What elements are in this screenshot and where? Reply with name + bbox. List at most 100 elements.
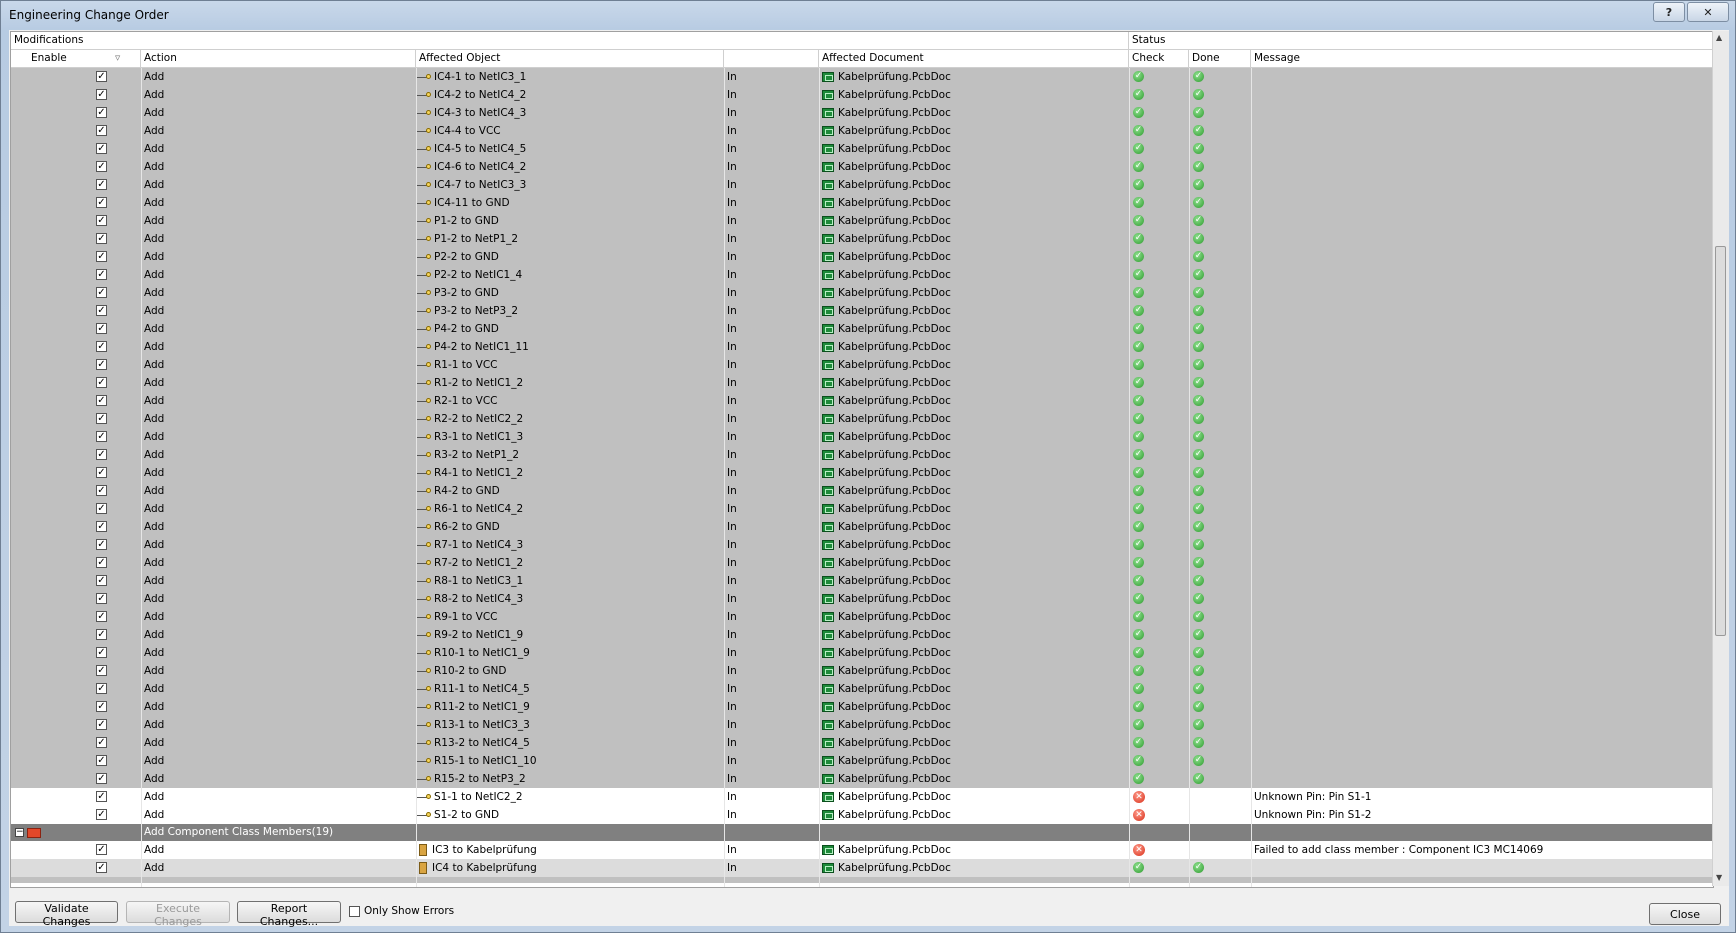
enable-checkbox[interactable]: ✓ (96, 611, 107, 622)
table-row[interactable]: ✓ Add P1-2 to GND In Kabelprüfung.PcbDoc ✓ ✓ (11, 212, 1713, 230)
enable-checkbox[interactable]: ✓ (96, 844, 107, 855)
table-row[interactable]: ✓ Add R15-1 to NetIC1_10 In Kabelprüfung.Pcb… (11, 752, 1713, 770)
table-row[interactable]: ✓ Add IC4-4 to VCC In Kabelprüfung.PcbDoc ✓ ✓ (11, 122, 1713, 140)
filter-icon[interactable]: ▿ (115, 50, 120, 67)
table-row[interactable]: ✓ Add P2-2 to GND In Kabelprüfung.PcbDoc ✓ ✓ (11, 248, 1713, 266)
enable-checkbox[interactable]: ✓ (96, 629, 107, 640)
enable-checkbox[interactable]: ✓ (96, 521, 107, 532)
enable-checkbox[interactable]: ✓ (96, 773, 107, 784)
scroll-thumb[interactable] (1715, 246, 1726, 636)
table-row[interactable]: ✓ Add R11-1 to NetIC4_5 In Kabelprüfung.PcbD… (11, 680, 1713, 698)
enable-checkbox[interactable]: ✓ (96, 71, 107, 82)
header-direction[interactable] (724, 50, 819, 67)
enable-checkbox[interactable]: ✓ (96, 683, 107, 694)
table-row[interactable]: ✓ Add P3-2 to GND In Kabelprüfung.PcbDoc ✓ ✓ (11, 284, 1713, 302)
validate-changes-button[interactable]: Validate Changes (15, 901, 118, 928)
table-row[interactable]: ✓ Add P2-2 to NetIC1_4 In Kabelprüfung.PcbDo… (11, 266, 1713, 284)
enable-checkbox[interactable]: ✓ (96, 809, 107, 820)
enable-checkbox[interactable]: ✓ (96, 755, 107, 766)
table-row[interactable]: ✓ Add IC4-5 to NetIC4_5 In Kabelprüfung.PcbD… (11, 140, 1713, 158)
header-action[interactable]: Action (141, 50, 416, 67)
enable-checkbox[interactable]: ✓ (96, 737, 107, 748)
scroll-down-icon[interactable]: ▼ (1716, 873, 1722, 882)
enable-checkbox[interactable]: ✓ (96, 791, 107, 802)
table-row[interactable]: ✓ Add P4-2 to NetIC1_11 In Kabelprüfung.PcbD… (11, 338, 1713, 356)
enable-checkbox[interactable]: ✓ (96, 862, 107, 873)
table-row[interactable]: ✓ Add IC4-1 to NetIC3_1 In Kabelprüfung.PcbD… (11, 68, 1713, 86)
table-row[interactable]: ✓ Add R8-2 to NetIC4_3 In Kabelprüfung.PcbDo… (11, 590, 1713, 608)
vertical-scrollbar[interactable]: ▲ ▼ (1712, 31, 1729, 886)
enable-checkbox[interactable]: ✓ (96, 575, 107, 586)
table-row[interactable]: ✓ Add R6-2 to GND In Kabelprüfung.PcbDoc ✓ ✓ (11, 518, 1713, 536)
enable-checkbox[interactable]: ✓ (96, 413, 107, 424)
help-button[interactable]: ? (1653, 2, 1685, 22)
enable-checkbox[interactable]: ✓ (96, 251, 107, 262)
enable-checkbox[interactable]: ✓ (96, 269, 107, 280)
table-row[interactable]: ✓ Add IC4-7 to NetIC3_3 In Kabelprüfung.PcbD… (11, 176, 1713, 194)
table-row[interactable]: ✓ Add S1-2 to GND In Kabelprüfung.PcbDoc ✕ Unk… (11, 806, 1713, 824)
table-row[interactable]: ✓ Add P4-2 to GND In Kabelprüfung.PcbDoc ✓ ✓ (11, 320, 1713, 338)
enable-checkbox[interactable]: ✓ (96, 539, 107, 550)
table-row[interactable]: ✓ Add R13-2 to NetIC4_5 In Kabelprüfung.PcbD… (11, 734, 1713, 752)
enable-checkbox[interactable]: ✓ (96, 449, 107, 460)
table-row[interactable]: ✓ Add IC4-3 to NetIC4_3 In Kabelprüfung.PcbD… (11, 104, 1713, 122)
enable-checkbox[interactable]: ✓ (96, 665, 107, 676)
report-changes-button[interactable]: Report Changes... (237, 901, 341, 928)
table-row[interactable]: ✓ Add R9-2 to NetIC1_9 In Kabelprüfung.PcbDo… (11, 626, 1713, 644)
header-message[interactable]: Message (1251, 50, 1713, 67)
table-row[interactable]: ✓ Add IC4-11 to GND In Kabelprüfung.PcbDoc ✓ ✓ (11, 194, 1713, 212)
header-affected-document[interactable]: Affected Document (819, 50, 1129, 67)
enable-checkbox[interactable]: ✓ (96, 647, 107, 658)
enable-checkbox[interactable]: ✓ (96, 107, 107, 118)
table-row[interactable]: ✓ Add R15-2 to NetP3_2 In Kabelprüfung.PcbDo… (11, 770, 1713, 788)
enable-checkbox[interactable]: ✓ (96, 179, 107, 190)
window-close-button[interactable]: ✕ (1687, 2, 1729, 22)
enable-checkbox[interactable]: ✓ (96, 233, 107, 244)
enable-checkbox[interactable]: ✓ (96, 305, 107, 316)
table-row[interactable]: ✓ Add R7-1 to NetIC4_3 In Kabelprüfung.PcbDo… (11, 536, 1713, 554)
enable-checkbox[interactable]: ✓ (96, 377, 107, 388)
enable-checkbox[interactable]: ✓ (96, 485, 107, 496)
enable-checkbox[interactable]: ✓ (96, 719, 107, 730)
enable-checkbox[interactable]: ✓ (96, 431, 107, 442)
enable-checkbox[interactable]: ✓ (96, 341, 107, 352)
table-row[interactable]: ✓ Add IC4-2 to NetIC4_2 In Kabelprüfung.PcbD… (11, 86, 1713, 104)
table-row[interactable]: ✓ Add R3-2 to NetP1_2 In Kabelprüfung.PcbDoc… (11, 446, 1713, 464)
enable-checkbox[interactable]: ✓ (96, 503, 107, 514)
close-button[interactable]: Close (1649, 903, 1721, 925)
enable-checkbox[interactable]: ✓ (96, 215, 107, 226)
enable-checkbox[interactable]: ✓ (96, 143, 107, 154)
header-done[interactable]: Done (1189, 50, 1251, 67)
enable-checkbox[interactable]: ✓ (96, 197, 107, 208)
table-row[interactable]: ✓ Add R2-2 to NetIC2_2 In Kabelprüfung.PcbDo… (11, 410, 1713, 428)
enable-checkbox[interactable]: ✓ (96, 395, 107, 406)
table-row[interactable]: ✓ Add P1-2 to NetP1_2 In Kabelprüfung.PcbDoc… (11, 230, 1713, 248)
table-row[interactable]: ✓ Add R4-2 to GND In Kabelprüfung.PcbDoc ✓ ✓ (11, 482, 1713, 500)
group-row-component-class-members[interactable]: − Add Component Class Members(19) (11, 824, 1713, 841)
enable-checkbox[interactable]: ✓ (96, 287, 107, 298)
collapse-icon[interactable]: − (15, 828, 24, 837)
enable-checkbox[interactable]: ✓ (96, 125, 107, 136)
table-row[interactable]: ✓ Add R1-1 to VCC In Kabelprüfung.PcbDoc ✓ ✓ (11, 356, 1713, 374)
table-row[interactable]: ✓ Add IC3 to Kabelprüfung In Kabelprüfung.Pc… (11, 841, 1713, 859)
enable-checkbox[interactable]: ✓ (96, 89, 107, 100)
table-row[interactable]: ✓ Add S1-1 to NetIC2_2 In Kabelprüfung.PcbDo… (11, 788, 1713, 806)
table-row[interactable]: ✓ Add P3-2 to NetP3_2 In Kabelprüfung.PcbDoc… (11, 302, 1713, 320)
table-row[interactable]: ✓ Add R9-1 to VCC In Kabelprüfung.PcbDoc ✓ ✓ (11, 608, 1713, 626)
enable-checkbox[interactable]: ✓ (96, 701, 107, 712)
table-row[interactable]: ✓ Add R2-1 to VCC In Kabelprüfung.PcbDoc ✓ ✓ (11, 392, 1713, 410)
table-row[interactable]: ✓ Add IC4 to Kabelprüfung In Kabelprüfung.Pc… (11, 859, 1713, 877)
scroll-up-icon[interactable]: ▲ (1716, 33, 1722, 42)
execute-changes-button[interactable]: Execute Changes (126, 901, 230, 928)
only-show-errors-checkbox[interactable]: Only Show Errors (349, 905, 454, 917)
table-row[interactable]: ✓ Add R7-2 to NetIC1_2 In Kabelprüfung.PcbDo… (11, 554, 1713, 572)
table-row[interactable]: ✓ Add R8-1 to NetIC3_1 In Kabelprüfung.PcbDo… (11, 572, 1713, 590)
enable-checkbox[interactable]: ✓ (96, 467, 107, 478)
enable-checkbox[interactable]: ✓ (96, 323, 107, 334)
header-check[interactable]: Check (1129, 50, 1189, 67)
table-row[interactable]: ✓ Add R10-1 to NetIC1_9 In Kabelprüfung.PcbD… (11, 644, 1713, 662)
table-row[interactable]: ✓ Add R13-1 to NetIC3_3 In Kabelprüfung.PcbD… (11, 716, 1713, 734)
header-enable[interactable]: Enable ▿ (11, 50, 141, 67)
enable-checkbox[interactable]: ✓ (96, 359, 107, 370)
enable-checkbox[interactable]: ✓ (96, 161, 107, 172)
